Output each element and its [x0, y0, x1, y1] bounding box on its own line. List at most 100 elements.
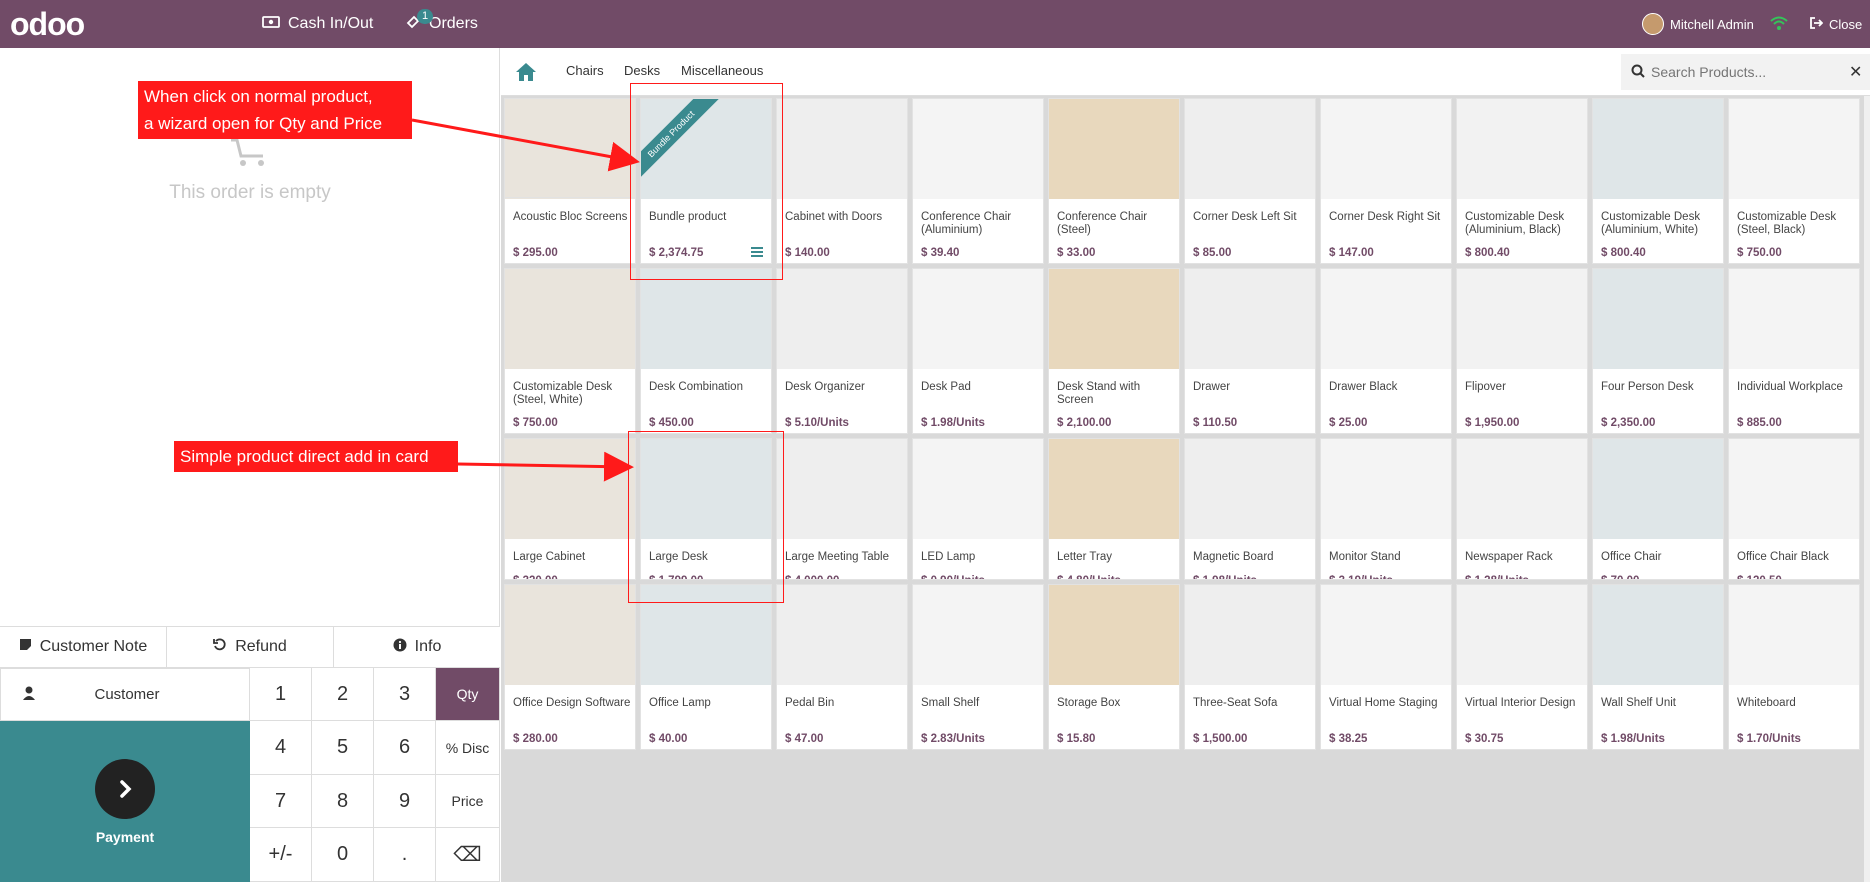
product-image	[1729, 99, 1859, 199]
product-card[interactable]: Virtual Interior Design $ 30.75	[1456, 584, 1588, 750]
product-card[interactable]: Conference Chair (Steel) $ 33.00	[1048, 98, 1180, 264]
product-card[interactable]: Desk Pad $ 1.98/Units	[912, 268, 1044, 434]
numpad-key-0[interactable]: 0	[312, 828, 374, 882]
product-name: Customizable Desk (Steel, Black)	[1737, 211, 1837, 236]
product-card[interactable]: Desk Organizer $ 5.10/Units	[776, 268, 908, 434]
product-image	[1457, 585, 1587, 685]
search-input[interactable]	[1651, 64, 1841, 80]
orders-button[interactable]: 1 Orders	[405, 8, 478, 36]
product-name: Letter Tray	[1057, 551, 1112, 563]
product-card[interactable]: Large Cabinet $ 320.00	[504, 438, 636, 580]
annotation-wizard-line2: a wizard open for Qty and Price	[144, 114, 383, 133]
product-card[interactable]: Office Chair $ 70.00	[1592, 438, 1724, 580]
product-card[interactable]: Customizable Desk (Aluminium, Black) $ 80…	[1456, 98, 1588, 264]
product-card[interactable]: Desk Combination $ 450.00	[640, 268, 772, 434]
refund-button[interactable]: Refund	[167, 627, 334, 667]
product-card[interactable]: Flipover $ 1,950.00	[1456, 268, 1588, 434]
product-card[interactable]: Magnetic Board $ 1.98/Units	[1184, 438, 1316, 580]
product-card[interactable]: Monitor Stand $ 3.19/Units	[1320, 438, 1452, 580]
user-icon	[23, 686, 35, 704]
product-image	[913, 99, 1043, 199]
product-image	[1185, 585, 1315, 685]
scrollbar[interactable]	[1864, 96, 1870, 882]
product-image	[505, 439, 635, 539]
product-card[interactable]: Three-Seat Sofa $ 1,500.00	[1184, 584, 1316, 750]
product-name: Large Meeting Table	[785, 551, 889, 563]
product-image	[1457, 269, 1587, 369]
numpad-key-decimal[interactable]: .	[374, 828, 436, 882]
customer-label: Customer	[94, 686, 160, 703]
product-card[interactable]: Corner Desk Left Sit $ 85.00	[1184, 98, 1316, 264]
product-card[interactable]: Office Lamp $ 40.00	[640, 584, 772, 750]
product-card[interactable]: Individual Workplace $ 885.00	[1728, 268, 1860, 434]
product-card[interactable]: Wall Shelf Unit $ 1.98/Units	[1592, 584, 1724, 750]
payment-button[interactable]: Payment	[0, 721, 250, 882]
product-name: Office Design Software	[513, 697, 631, 709]
product-card[interactable]: Whiteboard Pen	[504, 98, 636, 198]
product-card[interactable]: Whiteboard $ 1.70/Units	[1728, 584, 1860, 750]
numpad-mode-discount[interactable]: % Disc	[436, 721, 500, 775]
product-name: Conference Chair (Aluminium)	[921, 211, 1012, 236]
numpad-key-9[interactable]: 9	[374, 775, 436, 828]
product-price: $ 25.00	[1329, 417, 1368, 429]
info-button[interactable]: Info	[334, 627, 500, 667]
numpad-key-5[interactable]: 5	[312, 721, 374, 775]
numpad-key-2[interactable]: 2	[312, 668, 374, 721]
product-price: $ 4.80/Units	[1057, 575, 1121, 579]
product-price: $ 39.40	[921, 247, 960, 259]
product-card[interactable]: Desk Stand with Screen $ 2,100.00	[1048, 268, 1180, 434]
product-image	[777, 585, 907, 685]
customer-note-button[interactable]: Customer Note	[0, 627, 167, 667]
highlight-bundle-product	[630, 83, 783, 280]
product-card[interactable]: Customizable Desk (Steel, White) $ 750.00	[504, 268, 636, 434]
category-chairs[interactable]: Chairs	[566, 63, 604, 78]
product-price: $ 0.90/Units	[921, 575, 985, 579]
numpad-key-8[interactable]: 8	[312, 775, 374, 828]
numpad-key-3[interactable]: 3	[374, 668, 436, 721]
product-price: $ 15.80	[1057, 733, 1096, 745]
numpad-key-7[interactable]: 7	[250, 775, 312, 828]
product-card[interactable]: Storage Box $ 15.80	[1048, 584, 1180, 750]
avatar	[1642, 13, 1664, 35]
product-card[interactable]: Office Design Software $ 280.00	[504, 584, 636, 750]
user-menu[interactable]: Mitchell Admin	[1642, 12, 1754, 36]
product-card[interactable]: Conference Chair (Aluminium) $ 39.40	[912, 98, 1044, 264]
close-button[interactable]: Close	[1809, 12, 1862, 36]
product-price: $ 3.19/Units	[1329, 575, 1393, 579]
product-price: $ 147.00	[1329, 247, 1374, 259]
backspace-icon[interactable]: ⌫	[436, 828, 500, 882]
product-price: $ 2,100.00	[1057, 417, 1112, 429]
product-image	[913, 269, 1043, 369]
product-price: $ 1.98/Units	[1193, 575, 1257, 579]
numpad-mode-price[interactable]: Price	[436, 775, 500, 828]
product-card[interactable]: Customizable Desk (Steel, Black) $ 750.00	[1728, 98, 1860, 264]
product-card[interactable]: Large Meeting Table $ 4,000.00	[776, 438, 908, 580]
numpad-key-1[interactable]: 1	[250, 668, 312, 721]
product-card[interactable]: Letter Tray $ 4.80/Units	[1048, 438, 1180, 580]
home-icon[interactable]	[515, 62, 537, 86]
customer-button[interactable]: Customer	[0, 668, 250, 721]
category-desks[interactable]: Desks	[624, 63, 660, 78]
product-card[interactable]: Cabinet with Doors $ 140.00	[776, 98, 908, 264]
product-card[interactable]: Newspaper Rack $ 1.28/Units	[1456, 438, 1588, 580]
product-card[interactable]: Four Person Desk $ 2,350.00	[1592, 268, 1724, 434]
numpad-key-6[interactable]: 6	[374, 721, 436, 775]
product-image	[1185, 439, 1315, 539]
product-card[interactable]: Customizable Desk (Aluminium, White) $ 80…	[1592, 98, 1724, 264]
clear-search-icon[interactable]: ✕	[1849, 62, 1862, 82]
product-card[interactable]: Small Shelf $ 2.83/Units	[912, 584, 1044, 750]
category-miscellaneous[interactable]: Miscellaneous	[681, 63, 763, 78]
numpad-key-plus-minus[interactable]: +/-	[250, 828, 312, 882]
cash-in-out-button[interactable]: Cash In/Out	[262, 12, 373, 36]
product-card[interactable]: Office Chair Black $ 120.50	[1728, 438, 1860, 580]
product-card[interactable]: Pedal Bin $ 47.00	[776, 584, 908, 750]
product-image	[777, 99, 907, 199]
product-image	[1049, 99, 1179, 199]
product-card[interactable]: Virtual Home Staging $ 38.25	[1320, 584, 1452, 750]
product-card[interactable]: Drawer $ 110.50	[1184, 268, 1316, 434]
product-card[interactable]: LED Lamp $ 0.90/Units	[912, 438, 1044, 580]
product-card[interactable]: Drawer Black $ 25.00	[1320, 268, 1452, 434]
numpad-key-4[interactable]: 4	[250, 721, 312, 775]
product-card[interactable]: Corner Desk Right Sit $ 147.00	[1320, 98, 1452, 264]
numpad-mode-qty[interactable]: Qty	[436, 668, 500, 721]
